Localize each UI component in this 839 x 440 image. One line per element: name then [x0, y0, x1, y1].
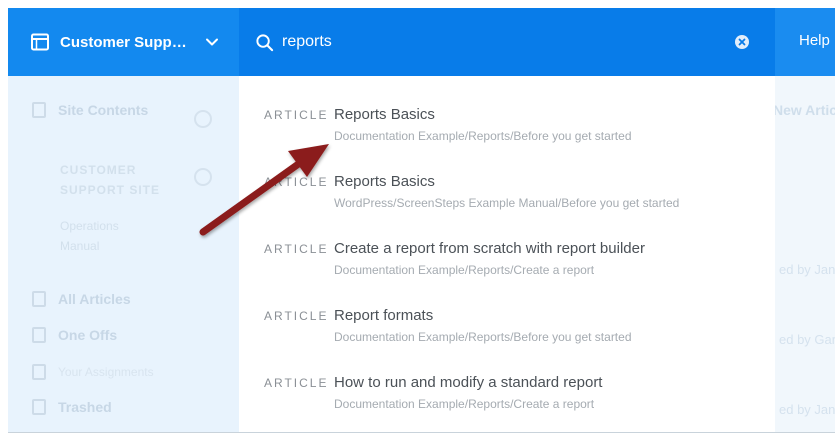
result-type: ARTICLE: [264, 108, 329, 122]
result-type: ARTICLE: [264, 376, 329, 390]
site-switcher[interactable]: Customer Support Site: [8, 8, 239, 76]
result-title[interactable]: How to run and modify a standard report: [334, 374, 602, 391]
search-icon: [256, 33, 274, 51]
search-result-item[interactable]: ARTICLE Reports Basics Documentation Exa…: [239, 76, 775, 143]
result-title[interactable]: Reports Basics: [334, 173, 435, 190]
search-bar: [239, 8, 775, 76]
article-meta: ed by Jane D: [779, 262, 835, 277]
help-link[interactable]: Help: [799, 32, 830, 49]
result-type: ARTICLE: [264, 242, 329, 256]
search-result-item[interactable]: ARTICLE Report formats Documentation Exa…: [239, 277, 775, 344]
result-path: Documentation Example/Reports/Create a r…: [334, 397, 595, 411]
panel-title: New Articles: [773, 102, 835, 118]
result-path: WordPress/ScreenSteps Example Manual/Bef…: [334, 196, 680, 210]
search-results: ARTICLE Reports Basics Documentation Exa…: [239, 76, 775, 432]
sidebar-section-label: SUPPORT SITE: [60, 183, 161, 197]
sidebar-item-label: All Articles: [58, 291, 131, 307]
result-type: ARTICLE: [264, 309, 329, 323]
document-icon: [32, 327, 46, 343]
book-icon: [32, 102, 46, 118]
articles-icon: [32, 291, 46, 307]
result-title[interactable]: Create a report from scratch with report…: [334, 240, 645, 257]
search-result-item[interactable]: ARTICLE How to run and modify a standard…: [239, 344, 775, 411]
sidebar-item-site-contents[interactable]: Site Contents: [32, 102, 148, 118]
chevron-down-icon[interactable]: [194, 168, 212, 186]
clear-search-button[interactable]: [735, 35, 749, 49]
result-title[interactable]: Report formats: [334, 307, 433, 324]
article-meta: ed by Gary De: [779, 332, 835, 347]
sidebar: Site Contents CUSTOMER SUPPORT SITE Oper…: [8, 76, 239, 432]
sidebar-item-one-offs[interactable]: One Offs: [32, 327, 117, 343]
sidebar-item-operations[interactable]: Operations: [60, 216, 119, 236]
result-path: Documentation Example/Reports/Before you…: [334, 129, 632, 143]
assignment-icon: [32, 364, 46, 380]
sidebar-item-assignments[interactable]: Your Assignments: [32, 364, 154, 380]
search-result-item[interactable]: ARTICLE Reports Basics WordPress/ScreenS…: [239, 143, 775, 210]
trash-icon: [32, 399, 46, 415]
sidebar-item-label: One Offs: [58, 327, 118, 343]
sidebar-item-label: Trashed: [58, 399, 112, 415]
sidebar-section-label: CUSTOMER: [60, 163, 137, 177]
app-window: Site Contents CUSTOMER SUPPORT SITE Oper…: [8, 8, 835, 433]
top-bar: Customer Support Site Help: [8, 8, 835, 76]
sidebar-item-label: Site Contents: [58, 102, 149, 118]
result-path: Documentation Example/Reports/Before you…: [334, 330, 632, 344]
background-panel: New Articles ed by Jane D ed by Gary De …: [773, 76, 835, 432]
sidebar-item-label: Your Assignments: [58, 365, 154, 379]
close-icon: [738, 38, 746, 46]
sidebar-item-manual[interactable]: Manual: [60, 236, 99, 256]
article-meta: ed by Jane W: [779, 402, 835, 417]
result-path: Documentation Example/Reports/Create a r…: [334, 263, 595, 277]
chevron-down-icon[interactable]: [194, 110, 212, 128]
site-name: Customer Support Site: [60, 33, 195, 51]
result-title[interactable]: Reports Basics: [334, 106, 435, 123]
search-result-item[interactable]: ARTICLE Create a report from scratch wit…: [239, 210, 775, 277]
result-type: ARTICLE: [264, 175, 329, 189]
sidebar-item-trashed[interactable]: Trashed: [32, 399, 112, 415]
search-input[interactable]: [282, 33, 722, 51]
chevron-down-icon: [206, 38, 218, 46]
browser-window-icon: [31, 33, 49, 51]
sidebar-item-all-articles[interactable]: All Articles: [32, 291, 131, 307]
